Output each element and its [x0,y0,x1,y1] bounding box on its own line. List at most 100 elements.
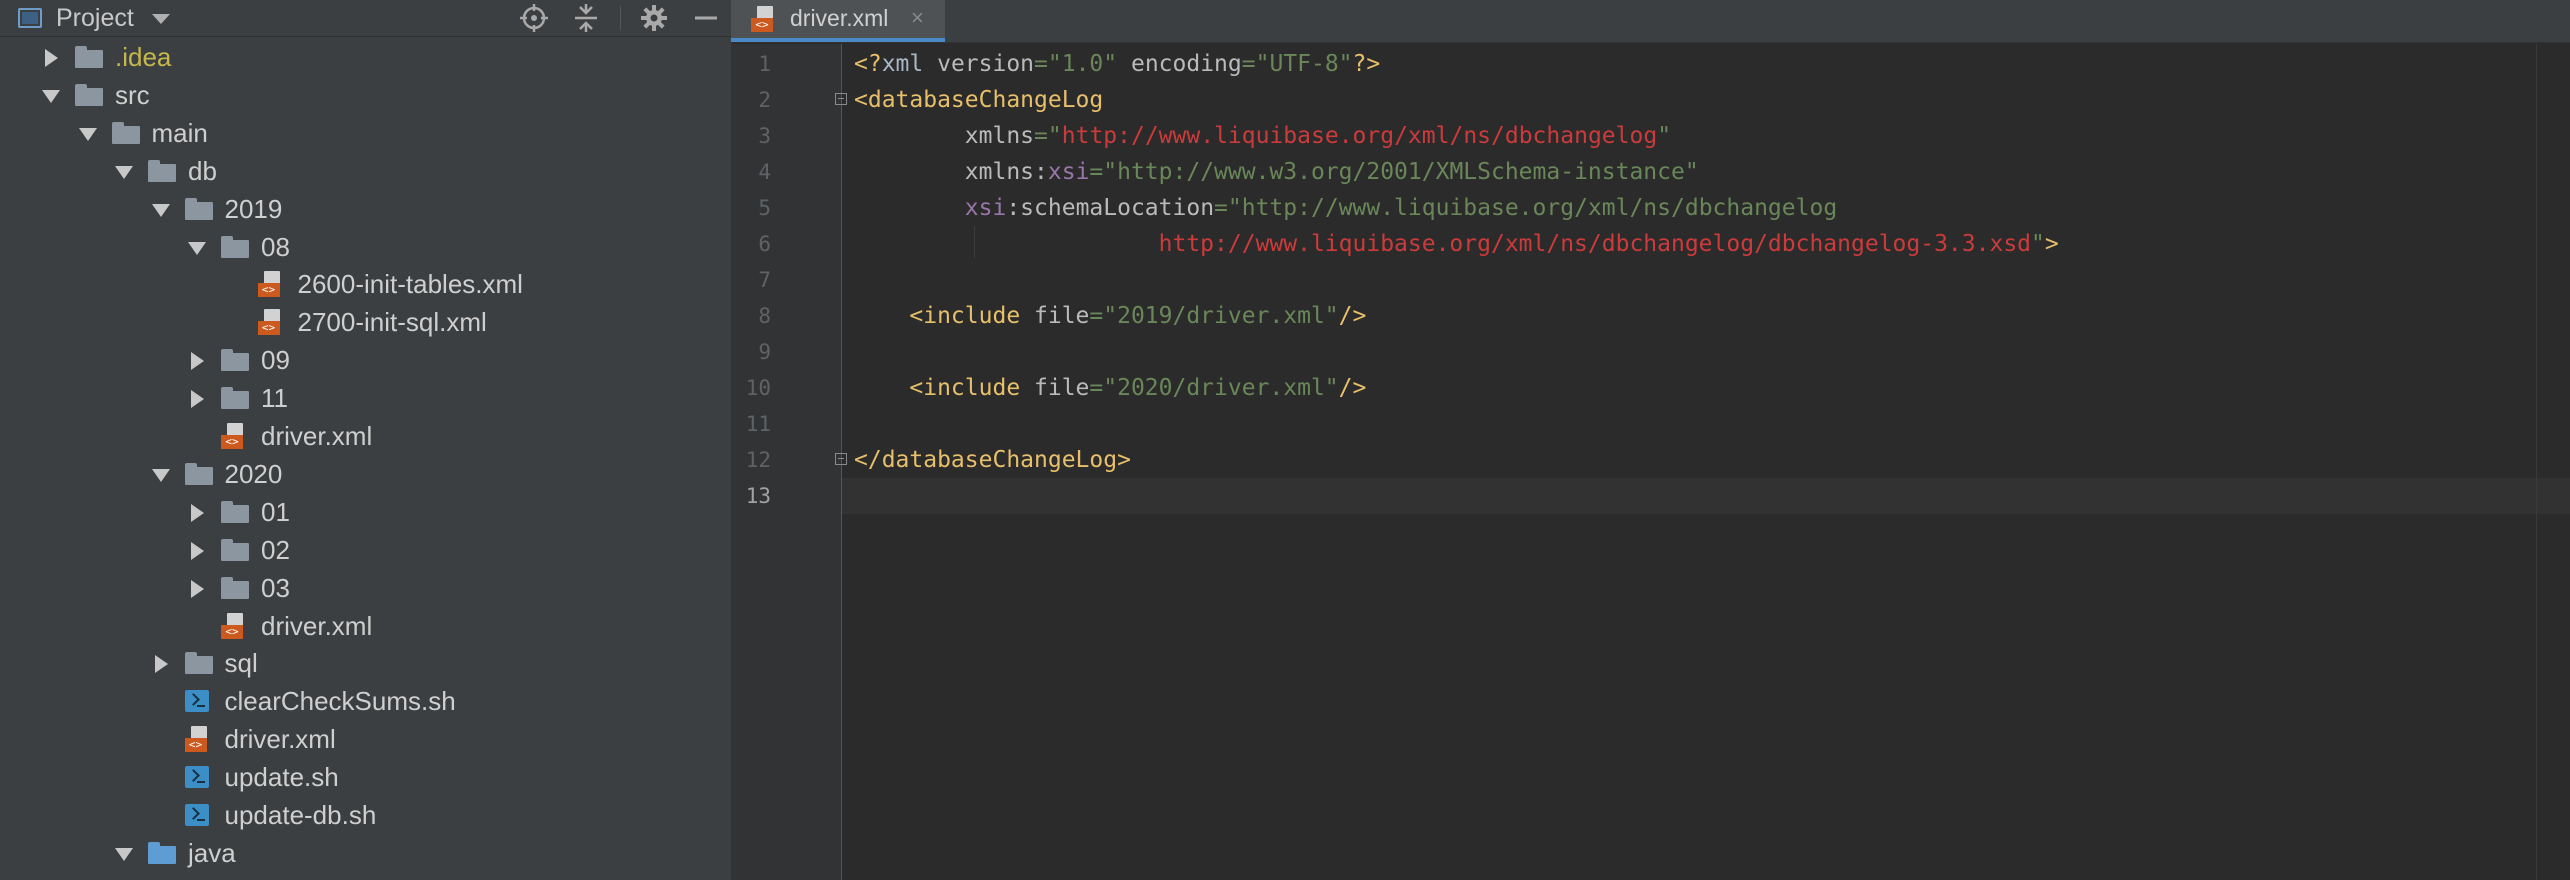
expand-arrow-down-icon[interactable] [76,114,100,152]
code-line[interactable]: <include file="2019/driver.xml"/> [854,298,1366,334]
xml-file-icon [257,309,288,336]
tree-item[interactable]: 2020 [0,455,731,493]
code-line[interactable]: <databaseChangeLog [854,82,1103,118]
chevron-down-icon[interactable] [152,14,170,24]
tree-item-label: 11 [261,383,288,414]
tree-item-label: 2020 [224,458,283,489]
project-view-selector[interactable]: Project [56,3,134,33]
shell-script-icon [184,690,209,713]
expand-arrow-right-icon[interactable] [185,569,209,607]
tree-item[interactable]: sql [0,644,731,682]
expand-arrow-right-icon[interactable] [185,531,209,569]
folder-icon [184,196,215,222]
tree-item-label: update-db.sh [224,800,377,830]
code-token: version [937,51,1035,77]
folder-icon [221,575,251,601]
folder-icon [148,158,178,184]
expand-arrow-right-icon[interactable] [149,644,173,682]
expand-arrow-right-icon[interactable] [185,379,209,417]
tree-item[interactable]: 02 [0,531,731,569]
tree-item[interactable]: 08 [0,228,731,266]
expand-arrow-right-icon[interactable] [185,493,209,531]
fold-marker-icon[interactable] [835,453,847,465]
code-token: <include [909,375,1035,401]
tree-item-label: 08 [261,231,290,262]
folder-icon [221,537,251,563]
tree-item-label: src [115,79,150,110]
code-token: file [1034,303,1090,329]
line-number: 12 [745,448,771,472]
tree-item-label: 01 [261,496,290,527]
code-token: xmlns: [964,159,1048,185]
header-divider [620,6,621,30]
code-token: ="1.0" [1034,51,1131,77]
minimize-icon[interactable] [688,0,724,36]
tree-item-label: main [151,117,208,148]
tree-item-label: 02 [261,534,290,565]
tree-item-label: 2019 [224,193,283,224]
code-token: " [1657,123,1672,149]
code-token: xmlns [964,123,1035,149]
expand-arrow-right-icon[interactable] [39,38,63,76]
gear-icon[interactable] [636,0,672,36]
tree-item-label: driver.xml [224,724,336,755]
folder-icon [111,120,142,146]
code-line[interactable]: http://www.liquibase.org/xml/ns/dbchange… [854,226,2059,262]
tree-item[interactable]: update-db.sh [0,796,731,834]
code-line[interactable]: <include file="2020/driver.xml"/> [854,370,1366,406]
tree-item-label: 03 [261,572,290,603]
expand-arrow-down-icon[interactable] [112,152,136,190]
collapse-all-icon[interactable] [568,0,604,36]
line-number: 9 [758,340,771,364]
expand-arrow-down-icon[interactable] [149,190,173,228]
tree-item[interactable]: .idea [0,38,731,76]
folder-icon [221,234,251,260]
line-number: 10 [745,376,771,400]
code-line[interactable]: </databaseChangeLog> [854,442,1131,478]
tree-item[interactable]: main [0,114,731,152]
tree-item[interactable]: 03 [0,569,731,607]
folder-icon [221,385,251,411]
code-line[interactable]: xsi:schemaLocation="http://www.liquibase… [854,190,1837,226]
expand-arrow-down-icon[interactable] [39,76,63,114]
tab-driver-xml[interactable]: driver.xml × [731,0,945,42]
tree-item[interactable]: clearCheckSums.sh [0,682,731,720]
fold-marker-icon[interactable] [835,93,847,105]
expand-arrow-down-icon[interactable] [112,834,136,872]
locate-icon[interactable] [516,0,552,36]
xml-file-icon [184,726,215,753]
tree-item[interactable]: driver.xml [0,417,731,455]
tree-item-label: 2600-init-tables.xml [297,269,523,300]
folder-icon [184,461,215,487]
source-folder-icon [148,840,178,866]
code-line[interactable]: <?xml version="1.0" encoding="UTF-8"?> [854,46,1380,82]
expand-arrow-right-icon[interactable] [185,341,209,379]
code-token: encoding [1130,51,1242,77]
tree-item-label: update.sh [224,762,339,793]
tree-item[interactable]: src [0,76,731,114]
tree-item[interactable]: java [0,834,731,872]
code-line[interactable]: xmlns="http://www.liquibase.org/xml/ns/d… [854,118,1671,154]
folder-icon [75,82,105,108]
tree-item[interactable]: 09 [0,341,731,379]
tree-item[interactable]: 2019 [0,190,731,228]
line-number: 3 [758,124,771,148]
tree-item[interactable]: 2700-init-sql.xml [0,303,731,341]
tree-item[interactable]: 11 [0,379,731,417]
shell-script-icon [184,804,209,826]
code-token: xsi [964,195,1007,221]
code-token: xsi [1047,159,1090,185]
line-number: 2 [758,88,771,112]
code-line[interactable]: xmlns:xsi="http://www.w3.org/2001/XMLSch… [854,154,1699,190]
tree-item[interactable]: driver.xml [0,607,731,645]
tree-item-label: db [188,155,217,186]
tree-item[interactable]: update.sh [0,758,731,796]
tree-item[interactable]: 01 [0,493,731,531]
close-icon[interactable]: × [911,4,924,32]
expand-arrow-down-icon[interactable] [185,228,209,266]
tree-item[interactable]: 2600-init-tables.xml [0,265,731,303]
tree-item[interactable]: db [0,152,731,190]
expand-arrow-down-icon[interactable] [149,455,173,493]
tree-item[interactable]: driver.xml [0,720,731,758]
